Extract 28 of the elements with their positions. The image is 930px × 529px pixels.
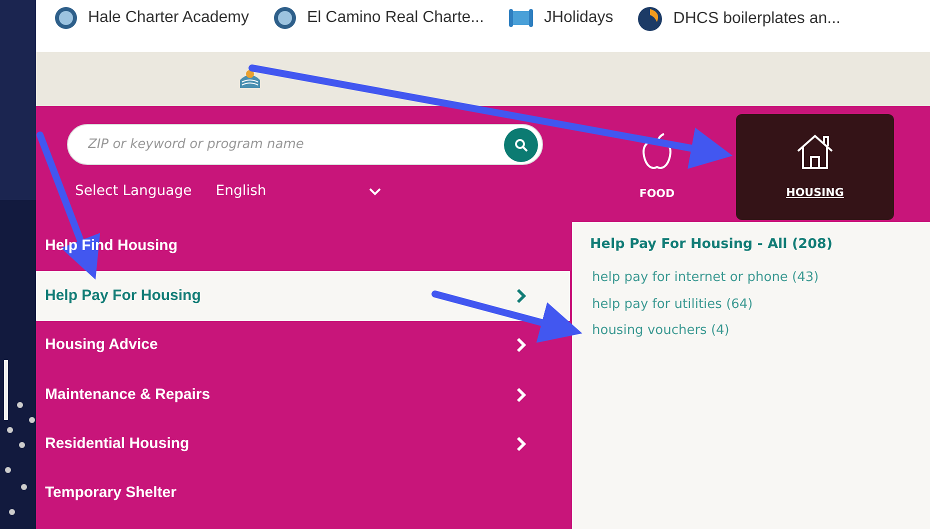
scroll-icon — [508, 7, 534, 29]
globe-icon — [637, 6, 664, 32]
category-tab[interactable]: FOOD — [578, 114, 736, 220]
logo-icon — [238, 68, 262, 90]
menu-item[interactable]: Housing Advice — [36, 320, 570, 370]
category-tab[interactable]: HOUSING — [736, 114, 894, 220]
menu-item[interactable]: Maintenance & Repairs — [36, 370, 570, 420]
subcategory-link[interactable]: help pay for internet or phone (43) — [592, 268, 912, 288]
chevron-down-icon — [368, 187, 382, 196]
seal-icon — [272, 6, 297, 30]
menu-item[interactable]: Temporary Shelter — [36, 468, 570, 518]
submenu-title: Help Pay For Housing - All (208) — [590, 235, 834, 254]
language-select[interactable]: English — [216, 181, 382, 202]
menu-item[interactable]: Help Pay For Housing — [36, 271, 570, 321]
bookmark[interactable]: JHolidays — [508, 6, 614, 30]
search-icon — [514, 138, 528, 152]
subcategory-link[interactable]: housing vouchers (4) — [592, 321, 912, 341]
language-label: Select Language — [75, 182, 192, 201]
search-button[interactable] — [504, 128, 538, 162]
search-input[interactable]: ZIP or keyword or program name — [86, 134, 504, 156]
house-icon — [795, 132, 835, 171]
subcategory-link[interactable]: help pay for utilities (64) — [592, 294, 912, 314]
bookmark[interactable]: Hale Charter Academy — [54, 6, 249, 30]
bookmark[interactable]: DHCS boilerplates an... — [637, 6, 840, 32]
bookmark[interactable]: El Camino Real Charte... — [272, 6, 484, 30]
seal-icon — [54, 6, 78, 30]
menu-item[interactable]: Residential Housing — [36, 420, 570, 469]
search-field[interactable]: ZIP or keyword or program name — [67, 124, 543, 165]
